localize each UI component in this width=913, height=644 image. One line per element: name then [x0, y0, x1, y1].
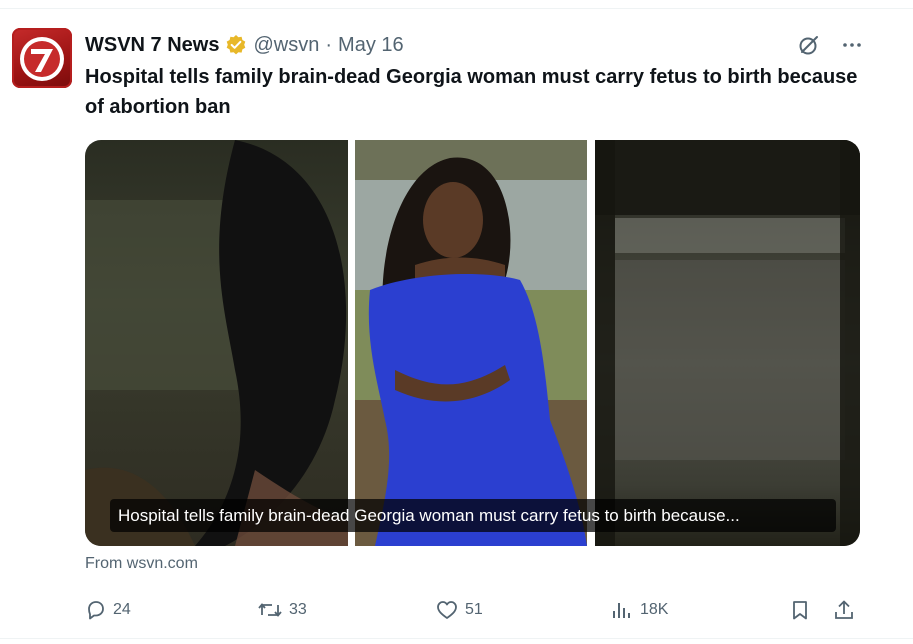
header-actions — [797, 30, 863, 60]
media-panel-right — [595, 140, 860, 546]
verified-badge-icon — [225, 34, 247, 56]
avatar[interactable] — [12, 28, 72, 88]
media-panel-left — [85, 140, 348, 546]
share-button[interactable] — [833, 595, 855, 625]
woman-in-blue-dress-image — [355, 140, 587, 546]
views-icon — [613, 603, 630, 618]
reply-icon — [88, 601, 104, 620]
hair-silhouette-image — [85, 140, 348, 546]
reply-button[interactable]: 24 — [85, 595, 131, 625]
bottom-divider — [0, 638, 913, 639]
like-icon — [437, 601, 457, 619]
water-scene-image — [595, 140, 860, 546]
top-divider — [0, 8, 913, 9]
views-button[interactable]: 18K — [610, 595, 668, 625]
grok-icon[interactable] — [797, 33, 821, 57]
media-panel-center — [355, 140, 587, 546]
post-header: WSVN 7 News @wsvn · May 16 — [85, 30, 404, 60]
reply-count: 24 — [113, 601, 131, 618]
more-icon[interactable] — [841, 34, 863, 56]
display-name[interactable]: WSVN 7 News — [85, 34, 219, 57]
media-caption: Hospital tells family brain-dead Georgia… — [110, 499, 836, 532]
post-date[interactable]: May 16 — [338, 34, 404, 57]
like-button[interactable]: 51 — [435, 595, 483, 625]
wsvn-7-logo — [20, 37, 64, 81]
post-text: Hospital tells family brain-dead Georgia… — [85, 66, 858, 118]
repost-count: 33 — [289, 601, 307, 618]
bookmark-icon — [793, 601, 807, 620]
repost-icon — [258, 603, 282, 617]
action-bar: 24 33 51 18K — [85, 595, 860, 625]
bookmark-button[interactable] — [789, 595, 811, 625]
separator-dot: · — [325, 33, 333, 56]
media-card[interactable]: Hospital tells family brain-dead Georgia… — [85, 140, 860, 546]
like-count: 51 — [465, 601, 483, 618]
link-source[interactable]: From wsvn.com — [85, 555, 198, 573]
handle[interactable]: @wsvn — [253, 34, 319, 57]
repost-button[interactable]: 33 — [257, 595, 307, 625]
views-count: 18K — [640, 601, 669, 618]
share-icon — [835, 600, 853, 619]
